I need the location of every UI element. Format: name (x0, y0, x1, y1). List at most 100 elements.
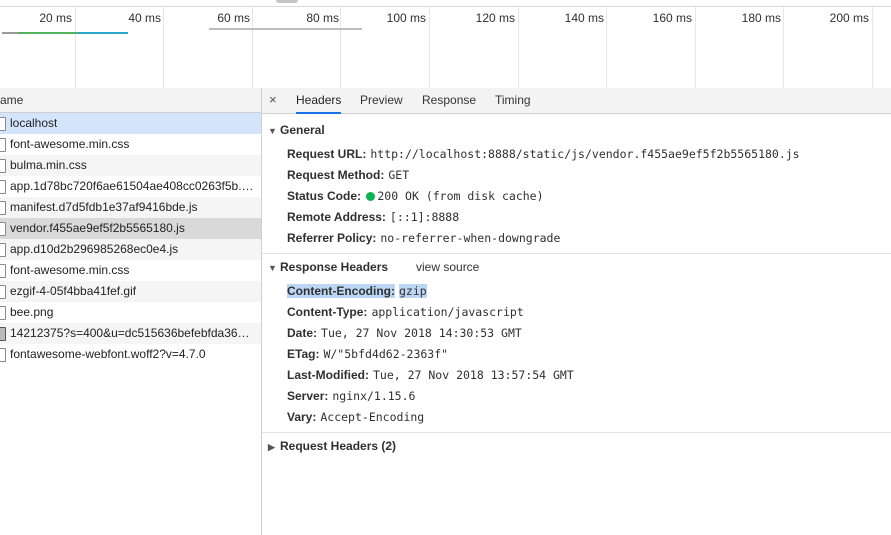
timeline-request-bar (18, 32, 78, 34)
details-tabbar: × Headers Preview Response Timing (262, 88, 891, 114)
header-value: application/javascript (371, 305, 524, 319)
request-name: bee.png (10, 305, 54, 319)
document-icon (0, 180, 6, 194)
response-headers-section-toggle[interactable]: ▼ Response Headers (268, 260, 388, 274)
timeline-request-bar (78, 32, 128, 34)
request-row[interactable]: font-awesome.min.css (0, 260, 261, 281)
request-list[interactable]: ame localhost font-awesome.min.css bulma… (0, 88, 262, 535)
request-name: fontawesome-webfont.woff2?v=4.7.0 (10, 347, 206, 361)
document-icon (0, 222, 6, 236)
header-key: Content-Type: (287, 305, 368, 319)
header-key: Content-Encoding: (287, 284, 395, 298)
header-row-request-method: Request Method: GET (287, 168, 409, 182)
request-name: font-awesome.min.css (10, 137, 130, 151)
header-key: Request Method: (287, 168, 385, 182)
timeline-overview[interactable]: 20 ms 40 ms 60 ms 80 ms 100 ms 120 ms 14… (0, 0, 891, 89)
header-value: [::1]:8888 (389, 210, 460, 224)
document-icon (0, 117, 6, 131)
general-section-title: General (280, 123, 325, 137)
request-row[interactable]: bulma.min.css (0, 155, 261, 176)
request-row[interactable]: bee.png (0, 302, 261, 323)
timeline-request-bar (209, 28, 362, 30)
request-row[interactable]: app.1d78bc720f6ae61504ae408cc0263f5b.… (0, 176, 261, 197)
request-row[interactable]: manifest.d7d5fdb1e37af9416bde.js (0, 197, 261, 218)
tab-response[interactable]: Response (422, 88, 476, 113)
request-name: manifest.d7d5fdb1e37af9416bde.js (10, 200, 198, 214)
name-column-header[interactable]: ame (0, 88, 261, 113)
request-row[interactable]: font-awesome.min.css (0, 134, 261, 155)
request-row[interactable]: ezgif-4-05f4bba41fef.gif (0, 281, 261, 302)
timeline-tick-label: 20 ms (39, 11, 72, 25)
tab-preview[interactable]: Preview (360, 88, 403, 113)
timeline-tick-label: 60 ms (217, 11, 250, 25)
image-icon (0, 327, 6, 341)
timeline-tick-label: 200 ms (829, 11, 869, 25)
request-name: ezgif-4-05f4bba41fef.gif (10, 284, 137, 298)
request-name: vendor.f455ae9ef5f2b5565180.js (10, 221, 185, 235)
header-key: Status Code: (287, 189, 362, 203)
request-name: app.1d78bc720f6ae61504ae408cc0263f5b.… (10, 179, 254, 193)
section-divider (262, 432, 891, 433)
timeline-top-line (0, 6, 891, 7)
request-headers-section-toggle[interactable]: ▶ Request Headers (2) (268, 439, 396, 453)
header-row-vary: Vary: Accept-Encoding (287, 410, 424, 424)
view-source-link[interactable]: view source (416, 260, 479, 274)
header-value: http://localhost:8888/static/js/vendor.f… (370, 147, 800, 161)
close-icon[interactable]: × (269, 92, 277, 107)
header-value: no-referrer-when-downgrade (380, 231, 561, 245)
request-name: app.d10d2b296985268ec0e4.js (10, 242, 179, 256)
document-icon (0, 201, 6, 215)
section-divider (262, 253, 891, 254)
header-row-content-encoding: Content-Encoding: gzip (287, 284, 427, 298)
tab-headers[interactable]: Headers (296, 88, 342, 114)
document-icon (0, 285, 6, 299)
timeline-tick-label: 160 ms (652, 11, 692, 25)
header-value: Tue, 27 Nov 2018 13:57:54 GMT (373, 368, 574, 382)
header-key: Vary: (287, 410, 317, 424)
document-icon (0, 243, 6, 257)
header-row-status-code: Status Code: 200 OK (from disk cache) (287, 189, 544, 203)
header-row-content-type: Content-Type: application/javascript (287, 305, 524, 319)
timeline-resize-grip[interactable] (276, 0, 298, 3)
timeline-tick-label: 180 ms (741, 11, 781, 25)
request-row[interactable]: fontawesome-webfont.woff2?v=4.7.0 (0, 344, 261, 365)
general-section-toggle[interactable]: ▼ General (268, 123, 325, 137)
header-row-server: Server: nginx/1.15.6 (287, 389, 415, 403)
response-headers-section-title: Response Headers (280, 260, 389, 274)
expanded-triangle-icon: ▼ (268, 263, 277, 273)
header-row-remote-address: Remote Address: [::1]:8888 (287, 210, 459, 224)
request-row[interactable]: vendor.f455ae9ef5f2b5565180.js (0, 218, 261, 239)
header-value: Accept-Encoding (320, 410, 425, 424)
collapsed-triangle-icon: ▶ (268, 442, 275, 452)
header-key: Remote Address: (287, 210, 386, 224)
header-key: Server: (287, 389, 329, 403)
timeline-tick-label: 80 ms (306, 11, 339, 25)
request-name: font-awesome.min.css (10, 263, 130, 277)
request-details-panel: × Headers Preview Response Timing ▼ Gener… (262, 88, 891, 535)
header-key: Referrer Policy: (287, 231, 377, 245)
document-icon (0, 306, 6, 320)
document-icon (0, 159, 6, 173)
request-headers-section-title: Request Headers (2) (280, 439, 397, 453)
header-key: ETag: (287, 347, 320, 361)
header-key: Request URL: (287, 147, 367, 161)
request-row[interactable]: 14212375?s=400&u=dc515636befebfda36… (0, 323, 261, 344)
header-value: 200 OK (from disk cache) (377, 189, 544, 203)
timeline-tick-label: 120 ms (475, 11, 515, 25)
expanded-triangle-icon: ▼ (268, 126, 277, 136)
header-value: W/"5bfd4d62-2363f" (323, 347, 449, 361)
tab-timing[interactable]: Timing (495, 88, 531, 113)
timeline-request-bar (2, 32, 18, 34)
timeline-tick-label: 100 ms (386, 11, 426, 25)
header-row-last-modified: Last-Modified: Tue, 27 Nov 2018 13:57:54 … (287, 368, 574, 382)
header-key: Last-Modified: (287, 368, 369, 382)
header-value: gzip (398, 284, 427, 298)
timeline-tick-label: 40 ms (128, 11, 161, 25)
request-row[interactable]: localhost (0, 113, 261, 134)
document-icon (0, 264, 6, 278)
request-row[interactable]: app.d10d2b296985268ec0e4.js (0, 239, 261, 260)
header-key: Date: (287, 326, 318, 340)
header-value: GET (388, 168, 410, 182)
request-name: localhost (10, 116, 58, 130)
timeline-tick-label: 140 ms (564, 11, 604, 25)
